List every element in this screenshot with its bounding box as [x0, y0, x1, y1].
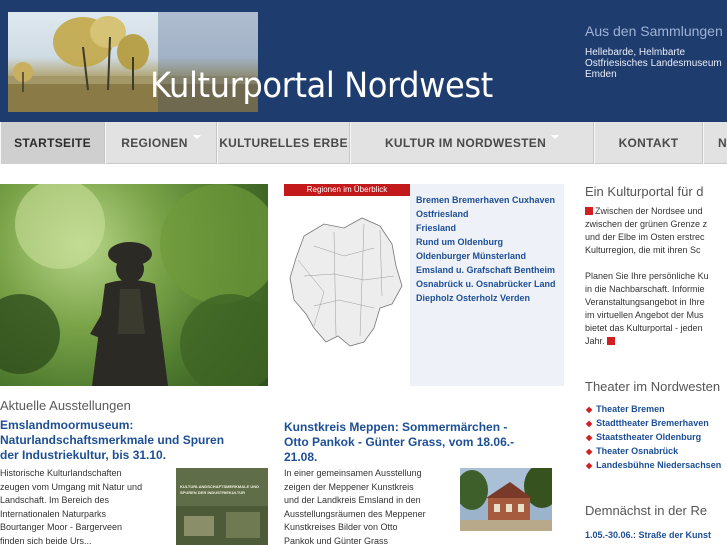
theatre-label: Theater Osnabrück: [596, 446, 679, 456]
exhibition-thumbnail[interactable]: KULTURLANDSCHAFTSMERKMALE UND SPUREN DER…: [176, 468, 268, 545]
theatre-link[interactable]: ◆ Landesbühne Niedersachsen: [586, 460, 721, 470]
nav-kontakt[interactable]: KONTAKT: [594, 122, 703, 164]
teaser-line: zeugen vom Umgang mit Natur und: [0, 481, 143, 492]
intro-line: bietet das Kulturportal - jeden: [585, 323, 703, 333]
intro-line: zwischen der grünen Grenze z: [585, 219, 708, 229]
intro-line: und der Elbe im Osten erstrec: [585, 232, 705, 242]
title-line: Kunstkreis Meppen: Sommermärchen -: [284, 420, 508, 434]
square-bullet-icon: [585, 207, 593, 215]
intro-line: im virtuellen Angebot der Mus: [585, 310, 704, 320]
teaser-line: Internationalen Naturparks: [0, 508, 107, 519]
title-line: Naturlandschaftsmerkmale und Spuren: [0, 433, 225, 447]
diamond-bullet-icon: ◆: [586, 419, 593, 428]
nav-label: KONTAKT: [618, 136, 679, 150]
teaser-line: und der Landkreis Emsland in den: [284, 495, 421, 505]
title-line: Emslandmoormuseum:: [0, 418, 134, 432]
intro-line: Zwischen der Nordsee und: [595, 206, 703, 216]
intro-spacer: [585, 257, 727, 270]
region-link[interactable]: Osnabrück u. Osnabrücker Land: [410, 280, 564, 289]
collection-heading[interactable]: Aus den Sammlungen: [585, 23, 723, 39]
teaser-line: Landschaft. Im Bereich des: [0, 495, 110, 505]
nav-label: STARTSEITE: [14, 136, 91, 150]
nav-label: KULTURELLES ERBE: [219, 136, 348, 150]
exhibition-title-link[interactable]: Kunstkreis Meppen: Sommermärchen - Otto …: [284, 420, 569, 465]
teaser-line: Ausstellungsräumen des Meppener: [284, 508, 426, 519]
chevron-down-icon: [192, 135, 201, 139]
teaser-line: zeigen der Meppener Kunstkreis: [284, 481, 414, 492]
region-link[interactable]: Ostfriesland: [410, 210, 564, 219]
diamond-bullet-icon: ◆: [586, 433, 593, 442]
nav-more[interactable]: N: [703, 122, 727, 164]
title-line: der Industriekultur, bis 31.10.: [0, 448, 167, 462]
region-list: Bremen Bremerhaven Cuxhaven Ostfriesland…: [410, 184, 564, 386]
exhibition-teaser: Historische Kulturlandschaften zeugen vo…: [0, 467, 170, 545]
intro-text: Zwischen der Nordsee und zwischen der gr…: [585, 205, 727, 348]
intro-line: Kulturregion, die mit ihren Sc: [585, 245, 701, 255]
intro-line: Veranstaltungsangebot in Ihre: [585, 297, 705, 307]
teaser-line: Kunstkreises Bilder von Otto: [284, 522, 398, 532]
diamond-bullet-icon: ◆: [586, 405, 593, 414]
region-link[interactable]: Friesland: [410, 224, 564, 233]
teaser-line: Pankok und Günter Grass: [284, 535, 389, 545]
nav-startseite[interactable]: STARTSEITE: [0, 122, 105, 164]
theatre-link[interactable]: ◆ Theater Osnabrück: [586, 446, 678, 456]
map-heading: Regionen im Überblick: [284, 184, 410, 196]
nav-label: REGIONEN: [121, 136, 188, 150]
intro-line: Planen Sie Ihre persönliche Ku: [585, 271, 709, 281]
teaser-line: Historische Kulturlandschaften: [0, 468, 122, 478]
nav-label: N: [718, 136, 727, 150]
teaser-line: Bourtanger Moor - Bargerveen: [0, 522, 123, 532]
region-link[interactable]: Diepholz Osterholz Verden: [410, 294, 564, 303]
nav-kultur-im-nordwesten[interactable]: KULTUR IM NORDWESTEN: [350, 122, 594, 164]
collection-line: Hellebarde, Helmbarte: [585, 47, 686, 58]
theatre-link[interactable]: ◆ Stadttheater Bremerhaven: [586, 418, 709, 428]
title-line: 21.08.: [284, 450, 318, 464]
region-map[interactable]: Regionen im Überblick: [284, 184, 410, 386]
upcoming-heading: Demnächst in der Re: [585, 503, 708, 518]
main-nav: STARTSEITE REGIONEN KULTURELLES ERBE KUL…: [0, 122, 727, 164]
intro-heading: Ein Kulturportal für d: [585, 184, 704, 199]
teaser-line: finden sich beide Urs...: [0, 535, 92, 545]
region-link[interactable]: Rund um Oldenburg: [410, 238, 564, 247]
exhibition-thumbnail[interactable]: [460, 468, 552, 531]
region-link[interactable]: Bremen Bremerhaven Cuxhaven: [410, 196, 564, 205]
nav-label: KULTUR IM NORDWESTEN: [384, 136, 547, 150]
exhibitions-heading: Aktuelle Ausstellungen: [0, 398, 131, 413]
upcoming-event-link[interactable]: 1.05.-30.06.: Straße der Kunst: [585, 530, 711, 540]
exhibition-teaser: In einer gemeinsamen Ausstellung zeigen …: [284, 467, 454, 545]
collection-line: Emden: [585, 69, 617, 80]
square-bullet-icon: [606, 337, 615, 345]
statue-photo[interactable]: [0, 184, 268, 386]
teaser-line: In einer gemeinsamen Ausstellung: [284, 468, 422, 478]
nav-regionen[interactable]: REGIONEN: [105, 122, 217, 164]
theatre-link[interactable]: ◆ Staatstheater Oldenburg: [586, 432, 701, 442]
collection-item[interactable]: Hellebarde, Helmbarte Ostfriesisches Lan…: [585, 47, 722, 80]
theatre-label: Theater Bremen: [596, 404, 665, 414]
theatre-link[interactable]: ◆ Theater Bremen: [586, 404, 665, 414]
region-link[interactable]: Oldenburger Münsterland: [410, 252, 564, 261]
theatre-heading: Theater im Nordwesten: [585, 379, 721, 394]
collection-line: Ostfriesisches Landesmuseum: [585, 58, 722, 69]
region-link[interactable]: Emsland u. Grafschaft Bentheim: [410, 266, 564, 275]
theatre-label: Staatstheater Oldenburg: [596, 432, 702, 442]
chevron-down-icon: [551, 135, 560, 139]
theatre-label: Stadttheater Bremerhaven: [596, 418, 709, 428]
exhibition-title-link[interactable]: Emslandmoormuseum: Naturlandschaftsmerkm…: [0, 418, 270, 463]
diamond-bullet-icon: ◆: [586, 447, 593, 456]
intro-line: in die Nachbarschaft. Informie: [585, 284, 705, 294]
nav-kulturelles-erbe[interactable]: KULTURELLES ERBE: [217, 122, 350, 164]
theatre-label: Landesbühne Niedersachsen: [596, 460, 722, 470]
site-header: Kulturportal Nordwest Aus den Sammlungen…: [0, 0, 727, 122]
diamond-bullet-icon: ◆: [586, 461, 593, 470]
title-line: Otto Pankok - Günter Grass, vom 18.06.-: [284, 435, 515, 449]
site-title[interactable]: Kulturportal Nordwest: [150, 66, 493, 106]
intro-line: Jahr.: [585, 336, 605, 346]
